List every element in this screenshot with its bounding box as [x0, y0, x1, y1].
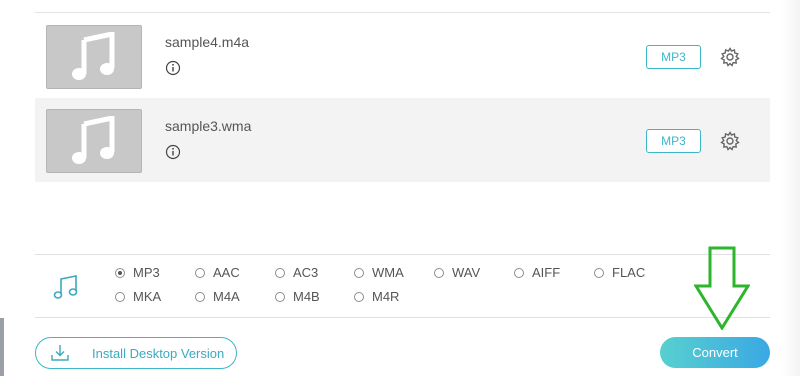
file-name: sample3.wma [165, 118, 252, 134]
format-option-label: AIFF [532, 265, 561, 280]
install-desktop-button[interactable]: Install Desktop Version [35, 337, 237, 369]
output-format-button[interactable]: MP3 [646, 45, 701, 69]
file-row[interactable]: sample4.m4a MP3 [35, 14, 770, 98]
format-option-wma[interactable]: WMA [354, 265, 404, 280]
window-edge-bottom [0, 318, 4, 376]
format-option-flac[interactable]: FLAC [594, 265, 645, 280]
music-note-icon [53, 275, 78, 299]
output-format-button[interactable]: MP3 [646, 129, 701, 153]
format-option-ac3[interactable]: AC3 [275, 265, 318, 280]
list-top-divider [35, 12, 770, 13]
format-option-mp3[interactable]: MP3 [115, 265, 160, 280]
format-option-label: M4R [372, 289, 400, 304]
format-option-mka[interactable]: MKA [115, 289, 161, 304]
format-option-wav[interactable]: WAV [434, 265, 480, 280]
radio-button[interactable] [434, 267, 444, 278]
radio-button[interactable] [514, 267, 524, 278]
radio-button[interactable] [115, 267, 125, 278]
format-option-aiff[interactable]: AIFF [514, 265, 560, 280]
radio-button[interactable] [115, 291, 125, 302]
radio-button[interactable] [195, 267, 205, 278]
radio-button[interactable] [195, 291, 205, 302]
install-desktop-label: Install Desktop Version [92, 346, 225, 361]
gear-icon[interactable] [720, 131, 740, 151]
radio-button[interactable] [354, 291, 364, 302]
file-row[interactable]: sample3.wma MP3 [35, 98, 770, 182]
format-option-label: AAC [213, 265, 240, 280]
download-icon [51, 345, 69, 361]
info-icon[interactable] [165, 60, 181, 76]
music-note-icon [72, 116, 115, 164]
format-panel: MP3 AAC AC3 WMA WAV AIFF FLAC MKA M4A M4… [35, 254, 770, 318]
format-option-aac[interactable]: AAC [195, 265, 240, 280]
format-option-m4r[interactable]: M4R [354, 289, 399, 304]
radio-button[interactable] [275, 267, 285, 278]
file-thumbnail [46, 109, 142, 173]
radio-button[interactable] [354, 267, 364, 278]
file-name: sample4.m4a [165, 34, 250, 50]
radio-button[interactable] [275, 291, 285, 302]
format-option-label: MP3 [133, 265, 160, 280]
file-thumbnail [46, 25, 142, 89]
converter-page: sample4.m4a MP3 sample3.wma MP3 MP3 AAC … [0, 0, 800, 376]
format-option-label: MKA [133, 289, 162, 304]
format-option-label: AC3 [293, 265, 319, 280]
music-note-icon [72, 32, 115, 80]
format-option-label: M4B [293, 289, 320, 304]
scroll-shadow [782, 0, 800, 376]
gear-icon[interactable] [720, 47, 740, 67]
format-option-m4b[interactable]: M4B [275, 289, 320, 304]
radio-button[interactable] [594, 267, 604, 278]
convert-button[interactable]: Convert [660, 337, 770, 368]
format-option-label: WAV [452, 265, 481, 280]
format-option-label: WMA [372, 265, 404, 280]
green-down-arrow [694, 246, 750, 330]
format-option-label: FLAC [612, 265, 646, 280]
window-edge [0, 0, 6, 318]
format-option-m4a[interactable]: M4A [195, 289, 240, 304]
info-icon[interactable] [165, 144, 181, 160]
format-option-label: M4A [213, 289, 240, 304]
